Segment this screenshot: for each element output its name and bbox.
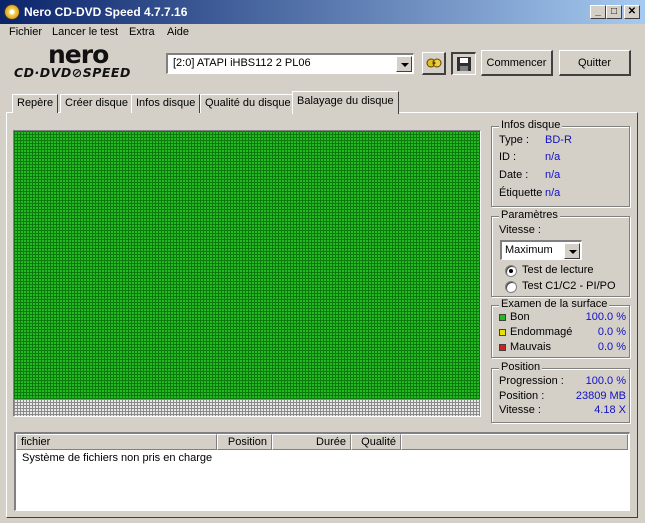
close-button[interactable]: ✕ [624,5,640,19]
parameters-title: Paramètres [499,209,560,221]
damaged-legend-icon [499,329,506,336]
position-value: 23809 MB [575,390,626,402]
menu-aide[interactable]: Aide [167,26,189,38]
maximize-button[interactable]: □ [606,5,622,19]
position-title: Position [499,361,543,373]
disc-date-value: n/a [545,169,561,181]
refresh-drive-button[interactable] [422,52,446,75]
minimize-button[interactable]: _ [590,5,606,19]
tab-qualite-du-disque[interactable]: Qualité du disque [200,94,296,113]
chevron-down-icon[interactable] [396,56,412,72]
quit-button[interactable]: Quitter [559,50,631,76]
good-legend-icon [499,314,506,321]
surface-scanned-area [14,131,480,399]
disc-id-value: n/a [545,151,561,163]
damaged-label: Endommagé [510,326,573,338]
surface-scan-map [13,130,481,417]
current-speed-label: Vitesse : [499,404,541,416]
file-list[interactable]: fichier Position Durée Qualité Système d… [14,432,630,511]
save-button[interactable] [451,52,476,75]
tab-balayage-du-disque[interactable]: Balayage du disque [292,91,399,114]
good-value: 100.0 % [585,311,626,323]
disc-tag-value: n/a [545,187,561,199]
surface-unused-area [14,399,480,416]
read-test-radio[interactable] [505,265,517,277]
disc-info-title: Infos disque [499,119,563,131]
disc-tag-label: Étiquette [499,187,543,199]
column-header-qualite[interactable]: Qualité [351,434,401,450]
surface-exam-title: Examen de la surface [499,298,610,310]
title-bar[interactable]: Nero CD-DVD Speed 4.7.7.16 _ □ ✕ [0,0,645,24]
drive-select[interactable]: [2:0] ATAPI iHBS112 2 PL06 [166,53,414,74]
c1c2-test-label[interactable]: Test C1/C2 - PI/PO [522,280,616,292]
position-group: Position Progression : 100.0 % Position … [491,361,630,423]
window-title: Nero CD-DVD Speed 4.7.7.16 [24,5,188,19]
disc-type-label: Type : [499,134,529,146]
refresh-icon [426,58,441,68]
menu-extra[interactable]: Extra [129,26,155,38]
menu-lancer-le-test[interactable]: Lancer le test [52,26,118,38]
speed-select-value: Maximum [505,244,553,256]
damaged-value: 0.0 % [597,326,626,338]
menu-fichier[interactable]: Fichier [9,26,42,38]
nero-logo: nero CD·DVD⊘SPEED [12,40,162,82]
tab-infos-disque[interactable]: Infos disque [131,94,201,113]
speed-select[interactable]: Maximum [500,240,582,260]
logo-cddvdspeed-text: CD·DVD⊘SPEED [14,65,131,80]
column-header-fichier[interactable]: fichier [16,434,217,450]
bad-legend-icon [499,344,506,351]
tab-creer-disque[interactable]: Créer disque [60,94,133,113]
position-label: Position : [499,390,545,402]
drive-select-value: [2:0] ATAPI iHBS112 2 PL06 [173,57,311,69]
column-header-position[interactable]: Position [217,434,272,450]
chevron-down-icon[interactable] [564,243,580,259]
bad-label: Mauvais [510,341,551,353]
read-test-label[interactable]: Test de lecture [522,264,594,276]
nero-disc-icon [4,4,20,20]
good-label: Bon [510,311,530,323]
save-icon [457,57,471,71]
list-item[interactable]: Système de fichiers non pris en charge [22,452,212,464]
bad-value: 0.0 % [597,341,626,353]
surface-exam-group: Examen de la surface Bon 100.0 % Endomma… [491,298,630,358]
progress-label: Progression : [499,375,564,387]
start-button[interactable]: Commencer [481,50,553,76]
current-speed-value: 4.18 X [594,404,626,416]
disc-info-group: Infos disque Type : BD-R ID : n/a Date :… [491,119,630,207]
disc-type-value: BD-R [545,134,572,146]
column-header-duree[interactable]: Durée [272,434,351,450]
speed-label: Vitesse : [499,224,541,236]
column-header-empty [401,434,628,450]
disc-date-label: Date : [499,169,529,181]
c1c2-test-radio[interactable] [505,281,517,293]
progress-value: 100.0 % [585,375,626,387]
tab-repere[interactable]: Repère [12,94,59,113]
disc-id-label: ID : [499,151,517,163]
